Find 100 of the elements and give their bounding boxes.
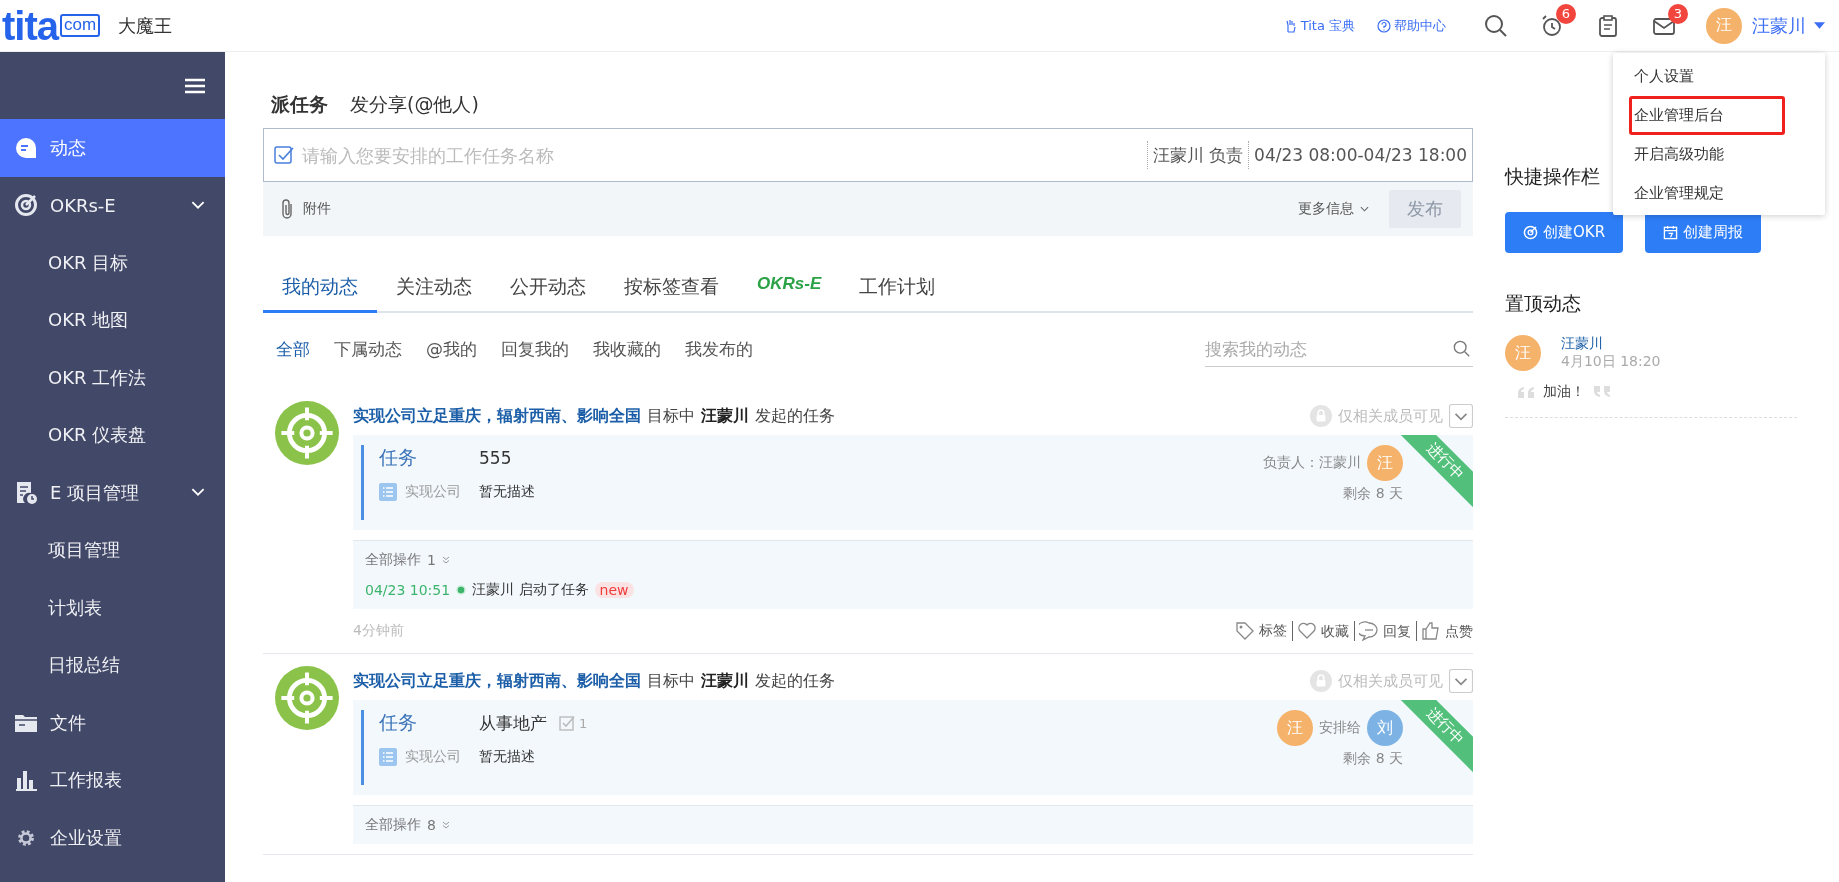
feed-tab[interactable]: 关注动态	[377, 266, 491, 313]
filter-link[interactable]: 下属动态	[334, 337, 402, 361]
visibility-label: 仅相关成员可见	[1310, 405, 1443, 427]
sidebar-subitem[interactable]: OKR 仪表盘	[0, 406, 225, 464]
count-badge: 3	[1668, 3, 1688, 24]
user-avatar: 汪	[1277, 710, 1313, 746]
task-description: 暂无描述	[479, 748, 535, 766]
heart-icon	[1297, 621, 1317, 641]
visibility-label: 仅相关成员可见	[1310, 670, 1443, 692]
log-text: 汪蒙川 启动了任务	[472, 581, 589, 599]
sidebar-subitem[interactable]: OKR 地图	[0, 291, 225, 349]
task-card[interactable]: 任务 555 实现公司 暂无描述 负责人：汪蒙川 汪 剩余 8 天 进行中	[353, 435, 1473, 530]
action-link[interactable]: 收藏	[1292, 621, 1349, 641]
post-time: 4分钟前	[353, 622, 404, 640]
dropdown-icon[interactable]	[1449, 404, 1473, 428]
header-link[interactable]: Tita 宝典	[1283, 16, 1355, 35]
task-description: 暂无描述	[479, 483, 535, 501]
sidebar-subitem[interactable]: 项目管理	[0, 521, 225, 579]
user-avatar: 汪	[1505, 335, 1541, 371]
filter-link[interactable]: 全部	[276, 337, 310, 361]
quick-action-button[interactable]: 创建OKR	[1505, 212, 1624, 253]
checklist-icon	[559, 715, 575, 731]
feed-tab[interactable]: 按标签查看	[605, 266, 738, 313]
open-quote-icon	[1517, 386, 1537, 398]
author-name[interactable]: 汪蒙川	[1561, 335, 1661, 353]
target-icon	[14, 193, 38, 218]
target-avatar-icon	[275, 401, 339, 465]
sidebar-item[interactable]: E 项目管理	[0, 464, 225, 522]
tag-icon	[1235, 621, 1255, 641]
company-name: 大魔王	[118, 13, 173, 38]
target-icon	[1523, 225, 1538, 240]
action-link[interactable]: 回复	[1354, 621, 1411, 641]
target-avatar-icon	[275, 666, 339, 730]
operations-label[interactable]: 全部操作	[365, 551, 421, 569]
post-text: 目标中	[647, 670, 695, 692]
goal-link[interactable]: 实现公司立足重庆，辐射西南、影响全国	[353, 670, 641, 692]
feed-tab[interactable]: 公开动态	[491, 266, 605, 313]
header-link[interactable]: 帮助中心	[1377, 16, 1446, 35]
quick-action-button[interactable]: 创建周报	[1645, 212, 1762, 253]
sidebar-item[interactable]: 工作报表	[0, 751, 225, 809]
author-name[interactable]: 汪蒙川	[701, 405, 749, 427]
time-range[interactable]: 04/23 08:00-04/23 18:00	[1248, 141, 1472, 169]
lock-icon	[1310, 670, 1332, 692]
menu-item[interactable]: 企业管理规定	[1629, 174, 1785, 213]
more-info-link[interactable]: 更多信息	[1298, 200, 1354, 218]
composer-tab[interactable]: 派任务	[271, 92, 328, 118]
feed-tab[interactable]: 我的动态	[263, 266, 377, 313]
pinned-text: 加油！	[1543, 383, 1585, 401]
menu-item[interactable]: 个人设置	[1629, 57, 1785, 96]
sidebar-item[interactable]: 动态	[0, 119, 225, 177]
author-name[interactable]: 汪蒙川	[701, 670, 749, 692]
feed-tab[interactable]: 工作计划	[840, 266, 955, 313]
task-card[interactable]: 任务 从事地产 1 实现公司 暂无描述 汪 安排给 刘 剩余 8 天 进行中	[353, 700, 1473, 795]
post-text: 目标中	[647, 405, 695, 427]
menu-item[interactable]: 开启高级功能	[1629, 135, 1785, 174]
operations-count: 8	[427, 817, 436, 833]
menu-item[interactable]: 企业管理后台	[1629, 96, 1785, 135]
owner-label[interactable]: 汪蒙川 负责	[1146, 141, 1249, 169]
operations-label[interactable]: 全部操作	[365, 816, 421, 834]
owner-label: 负责人：汪蒙川	[1263, 454, 1361, 472]
attach-link[interactable]: 附件	[303, 200, 331, 218]
user-avatar: 汪	[1367, 445, 1403, 481]
sidebar-item[interactable]: 企业设置	[0, 809, 225, 867]
help-icon	[1377, 18, 1391, 33]
sidebar-item[interactable]: 文件	[0, 694, 225, 752]
task-input-field[interactable]: 请输入您要安排的工作任务名称 汪蒙川 负责 04/23 08:00-04/23 18:00	[263, 128, 1473, 182]
alarm-clock-icon[interactable]	[1540, 13, 1564, 38]
remaining-days: 剩余 8 天	[1343, 750, 1403, 768]
filter-link[interactable]: 回复我的	[501, 337, 569, 361]
new-badge: new	[594, 582, 634, 598]
dropdown-icon[interactable]	[1449, 669, 1473, 693]
action-link[interactable]: 点赞	[1416, 621, 1473, 641]
thumbs-up-icon	[1421, 621, 1441, 641]
clipboard-icon[interactable]	[1596, 13, 1620, 38]
sidebar-subitem[interactable]: 日报总结	[0, 636, 225, 694]
search-icon[interactable]	[1484, 13, 1508, 38]
settings-icon	[16, 827, 36, 848]
caret-icon[interactable]	[1814, 22, 1825, 29]
checklist-count: 1	[579, 715, 588, 731]
filter-link[interactable]: 我收藏的	[593, 337, 661, 361]
status-dot-icon	[456, 585, 467, 595]
sidebar-subitem[interactable]: 计划表	[0, 579, 225, 637]
filter-link[interactable]: 我发布的	[685, 337, 753, 361]
filter-link[interactable]: @我的	[426, 337, 477, 361]
chevron-icon	[1360, 206, 1369, 212]
sidebar-subitem[interactable]: OKR 目标	[0, 234, 225, 292]
action-link[interactable]: 标签	[1235, 621, 1287, 641]
composer-tab[interactable]: 发分享(@他人)	[350, 92, 479, 118]
list-icon	[379, 748, 397, 766]
user-avatar: 刘	[1367, 710, 1403, 746]
user-name[interactable]: 汪蒙川	[1752, 13, 1806, 38]
sidebar-item[interactable]: OKRs-E	[0, 176, 225, 234]
count-badge: 6	[1556, 3, 1576, 24]
document-clock-icon	[14, 480, 38, 505]
checkbox-icon	[274, 145, 294, 165]
section-title: 快捷操作栏	[1505, 164, 1600, 189]
goal-link[interactable]: 实现公司立足重庆，辐射西南、影响全国	[353, 405, 641, 427]
menu-icon[interactable]	[185, 77, 205, 94]
section-title: 置顶动态	[1505, 291, 1581, 316]
sidebar-subitem[interactable]: OKR 工作法	[0, 349, 225, 407]
